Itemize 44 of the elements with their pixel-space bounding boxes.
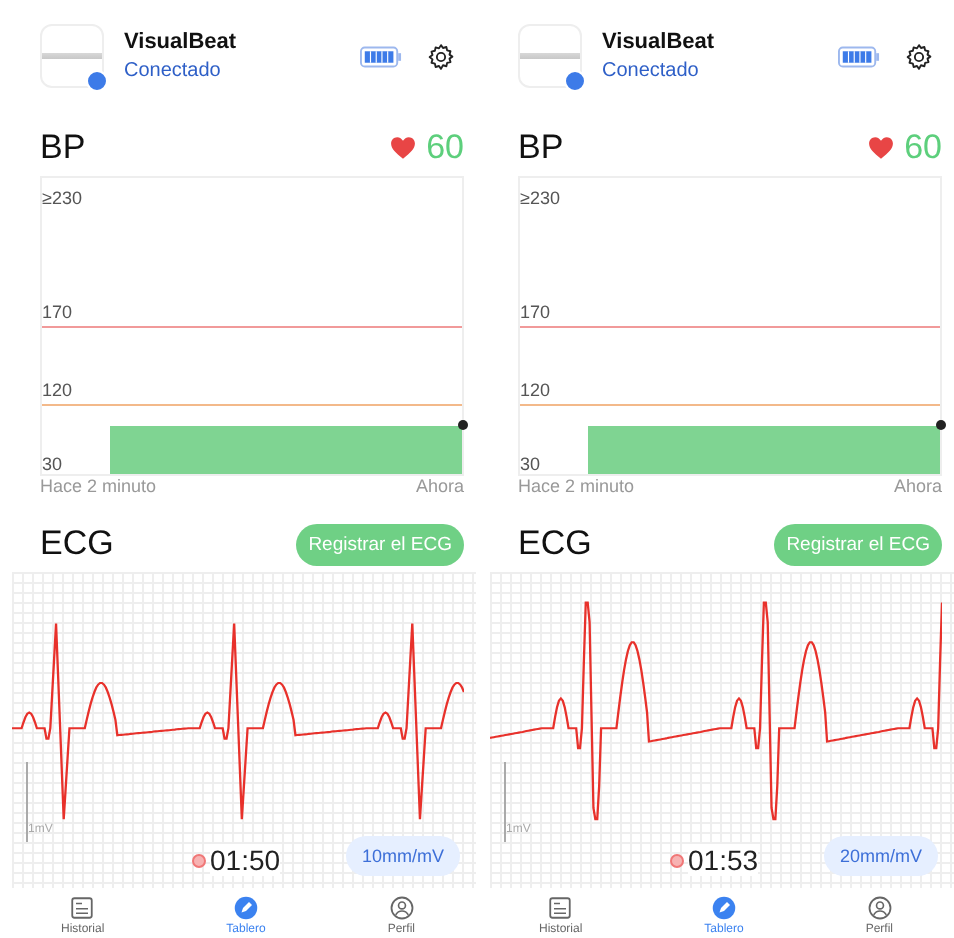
x-axis-label: Ahora [893, 476, 942, 496]
gain-chip[interactable]: 20mm/mV [823, 836, 938, 876]
ecg-title: ECG [518, 524, 592, 564]
settings-icon[interactable] [904, 41, 934, 71]
gain-chip[interactable]: 10mm/mV [345, 836, 460, 876]
device-name: VisualBeat [124, 30, 239, 54]
y-axis-label: ≥230 [520, 188, 560, 208]
list-icon [70, 896, 95, 920]
y-axis-label: 170 [520, 302, 551, 322]
user-icon [389, 896, 414, 920]
heart-icon [390, 136, 417, 160]
bp-title: BP [518, 128, 564, 168]
list-icon [548, 896, 573, 920]
battery-icon [838, 45, 880, 67]
heart-rate-value: 60 [426, 128, 464, 168]
x-axis-label: Ahora [415, 476, 464, 496]
y-axis-label: 120 [520, 380, 551, 400]
y-axis-label: 30 [42, 454, 65, 474]
pencil-icon [711, 896, 736, 920]
connection-status: Conectado [602, 60, 701, 82]
x-axis-label: Hace 2 minuto [518, 476, 635, 496]
heart-icon [868, 136, 895, 160]
y-axis-label: ≥230 [42, 188, 82, 208]
calibration-line [504, 762, 506, 842]
user-icon [867, 896, 892, 920]
bp-title: BP [40, 128, 86, 168]
data-point [458, 420, 468, 430]
recording-timer: 01:50 [210, 844, 281, 876]
device-name: VisualBeat [602, 30, 717, 54]
data-point [936, 420, 946, 430]
calibration-line [26, 762, 28, 842]
ecg-title: ECG [40, 524, 114, 564]
settings-icon[interactable] [426, 41, 456, 71]
y-axis-label: 120 [42, 380, 73, 400]
y-axis-label: 30 [520, 454, 543, 474]
recording-timer: 01:53 [688, 844, 759, 876]
y-axis-label: 170 [42, 302, 73, 322]
battery-icon [360, 45, 402, 67]
connection-status: Conectado [124, 60, 223, 82]
recording-dot-icon [192, 853, 206, 867]
recording-dot-icon [670, 853, 684, 867]
pencil-icon [233, 896, 258, 920]
heart-rate-value: 60 [904, 128, 942, 168]
x-axis-label: Hace 2 minuto [40, 476, 157, 496]
